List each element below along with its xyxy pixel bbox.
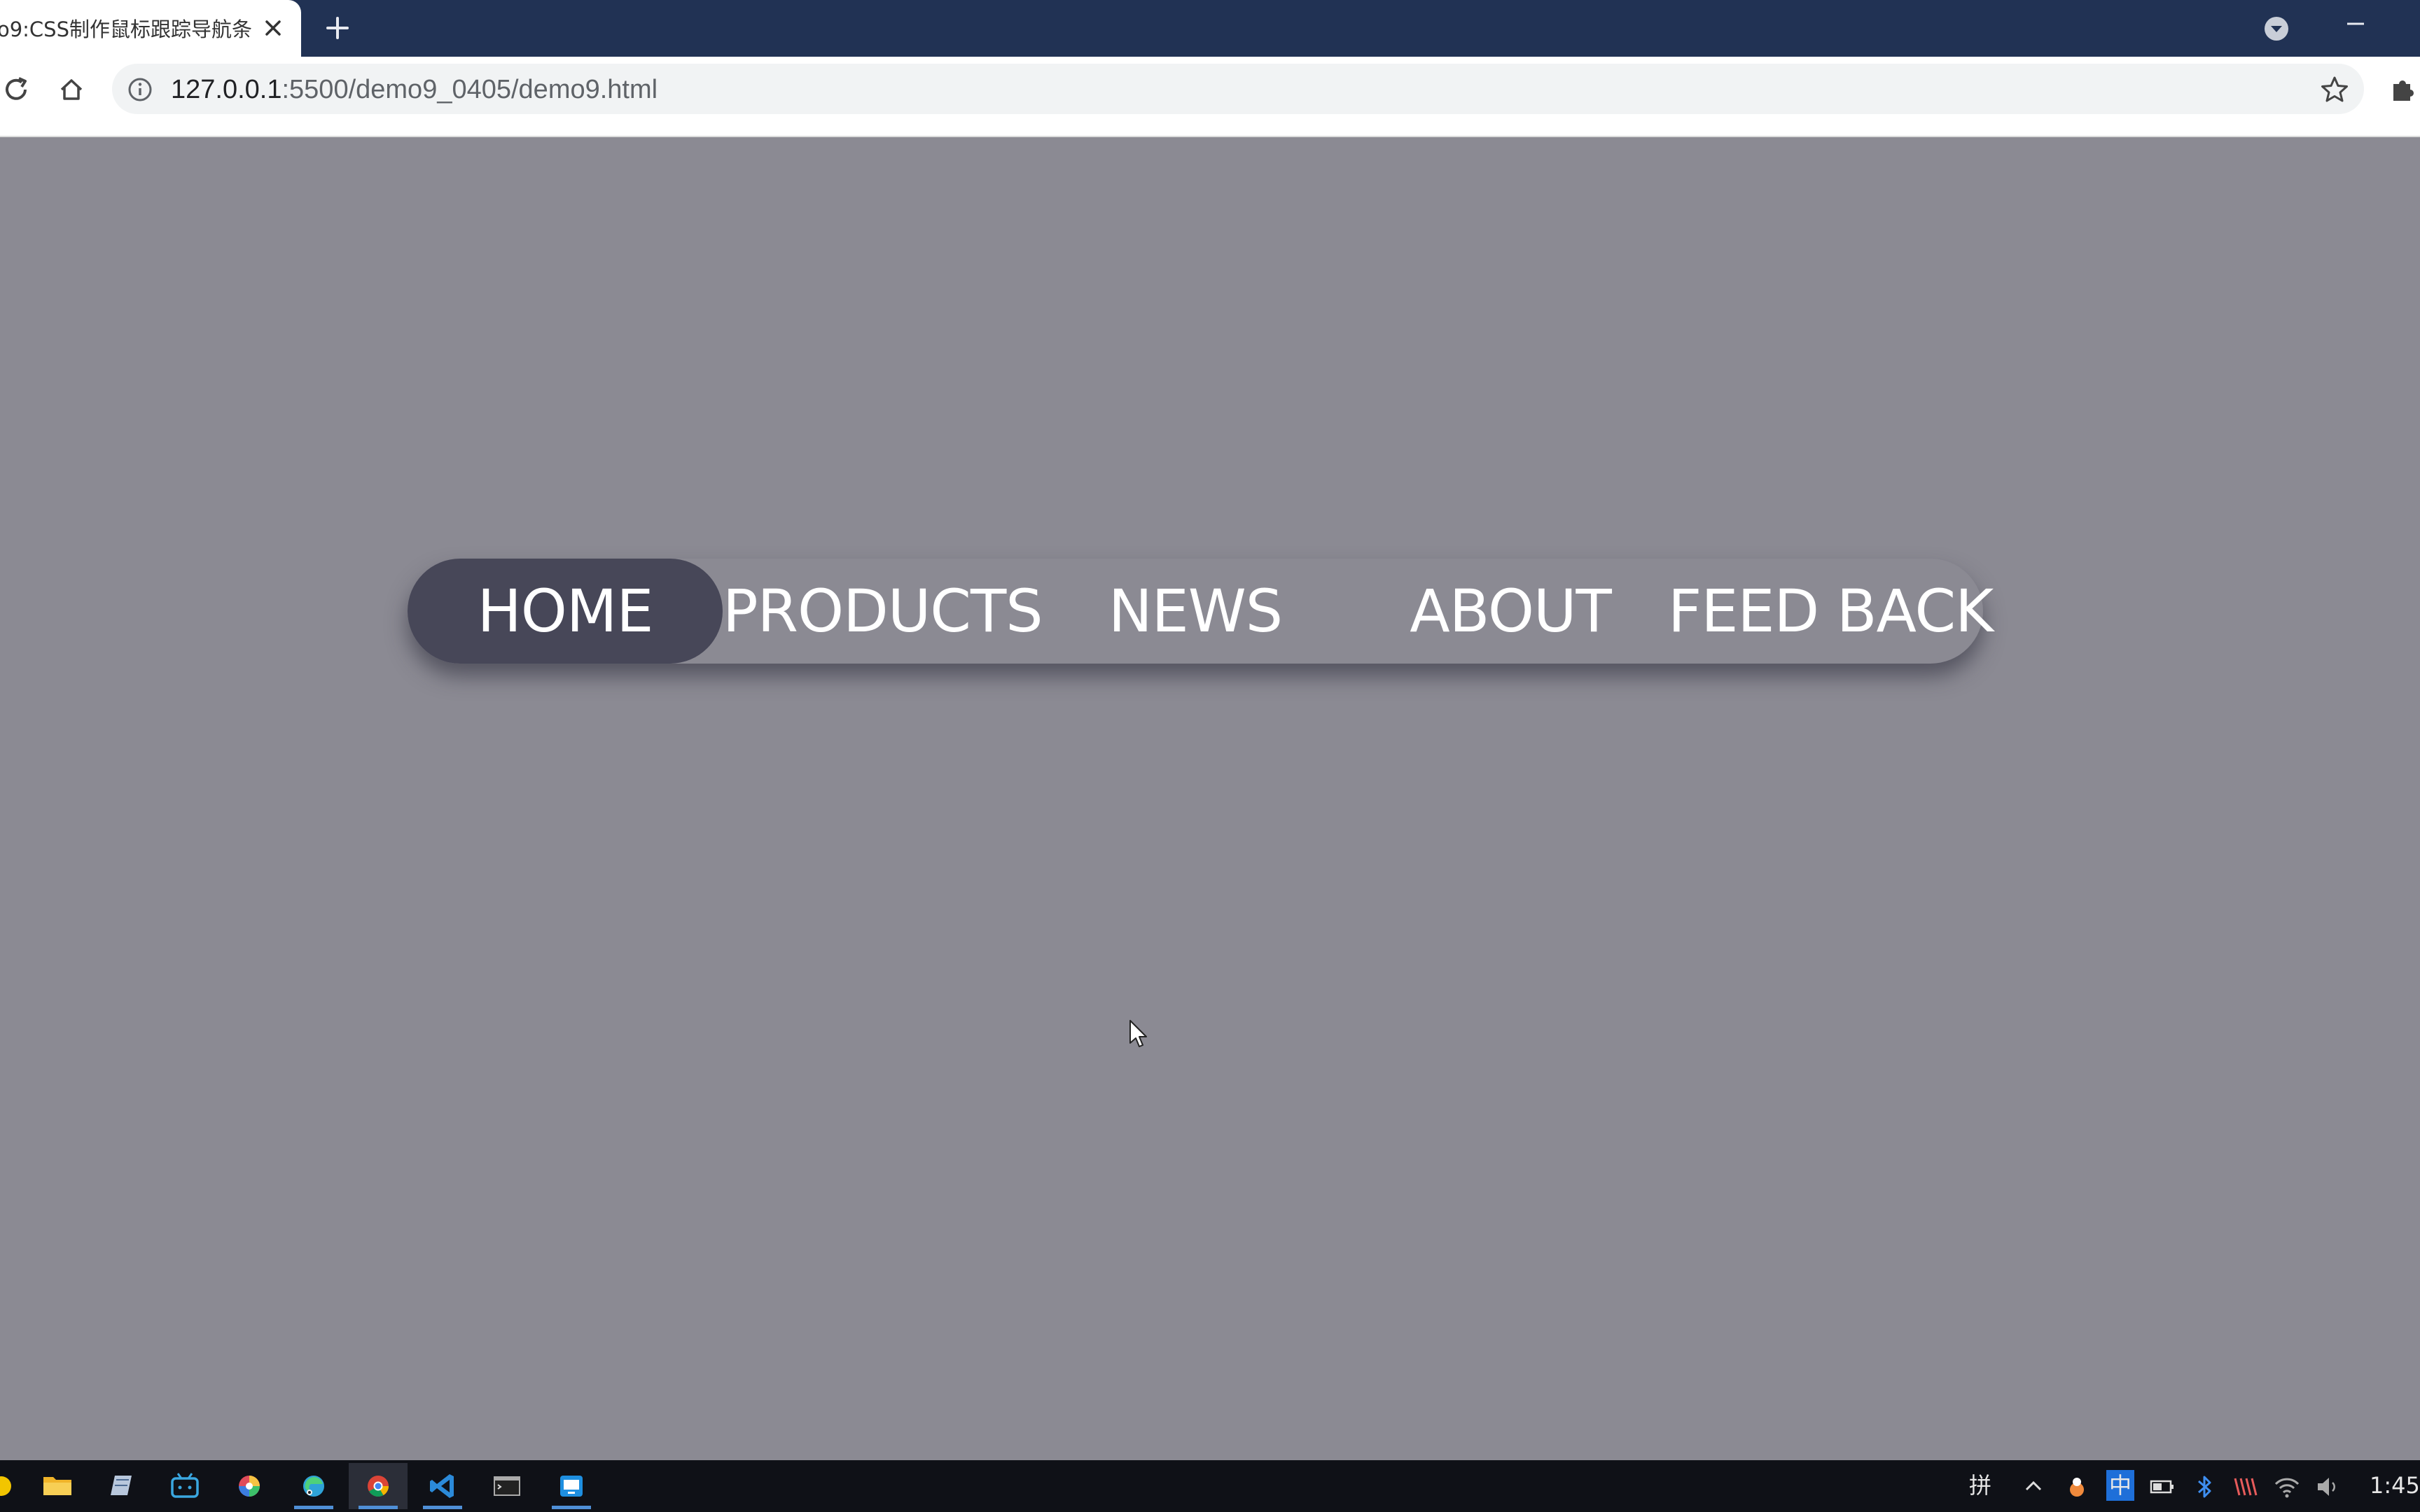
app-running-indicator (294, 1506, 333, 1509)
url-host: 127.0.0.1 (171, 75, 282, 104)
close-icon[interactable] (260, 14, 286, 42)
terminal-icon[interactable] (478, 1463, 536, 1509)
volume-icon[interactable] (2312, 1471, 2343, 1502)
wifi-icon[interactable] (2272, 1471, 2302, 1502)
bluetooth-icon[interactable] (2189, 1471, 2220, 1502)
ime-language-indicator[interactable]: 中 (2106, 1470, 2135, 1501)
url-path: :5500/demo9_0405/demo9.html (281, 75, 658, 104)
color-app-icon[interactable] (220, 1463, 279, 1509)
notes-app-icon[interactable] (91, 1463, 150, 1509)
nav-item-products[interactable]: PRODUCTS (723, 559, 1043, 664)
start-icon[interactable] (0, 1463, 31, 1509)
nav-item-home[interactable]: HOME (408, 559, 723, 664)
app-running-indicator (423, 1506, 462, 1509)
site-info-icon[interactable] (126, 76, 154, 104)
tab-title: o9:CSS制作鼠标跟踪导航条 (0, 18, 252, 41)
bookmark-star-icon[interactable] (2318, 73, 2351, 106)
mouse-cursor-icon (1129, 1019, 1148, 1049)
app-running-indicator (552, 1506, 591, 1509)
remote-desktop-icon[interactable] (542, 1463, 601, 1509)
nav-bar: HOME PRODUCTS NEWS ABOUT FEED BACK (408, 559, 1994, 664)
home-icon[interactable] (55, 73, 88, 106)
reload-icon[interactable] (0, 73, 34, 106)
chrome-icon[interactable] (349, 1463, 408, 1509)
toolbar-divider (0, 121, 2420, 137)
url-text[interactable]: 127.0.0.1:5500/demo9_0405/demo9.html (171, 73, 658, 106)
tab-strip (0, 0, 2420, 57)
battery-icon[interactable] (2147, 1471, 2178, 1502)
nav-item-about[interactable]: ABOUT (1353, 559, 1668, 664)
bilibili-icon[interactable] (155, 1463, 214, 1509)
nav-item-feedback[interactable]: FEED BACK (1668, 559, 1994, 664)
tray-app-icon[interactable] (2061, 1471, 2092, 1502)
tab-search-icon[interactable] (2263, 15, 2290, 42)
file-explorer-icon[interactable] (28, 1463, 87, 1509)
page-viewport: HOME PRODUCTS NEWS ABOUT FEED BACK (0, 137, 2420, 1460)
ime-mode-indicator[interactable]: 拼 (1969, 1470, 1991, 1501)
clock-time[interactable]: 1:45 (2370, 1470, 2420, 1501)
browser-tab[interactable]: o9:CSS制作鼠标跟踪导航条 (0, 0, 301, 57)
chevron-up-icon[interactable] (2018, 1471, 2049, 1502)
app-running-indicator (359, 1506, 398, 1509)
extensions-puzzle-icon[interactable] (2386, 73, 2420, 106)
tray-app-icon[interactable] (2230, 1471, 2260, 1502)
minimize-icon[interactable] (2336, 10, 2375, 38)
new-tab-button[interactable] (322, 13, 353, 43)
nav-item-news[interactable]: NEWS (1038, 559, 1353, 664)
vscode-icon[interactable] (413, 1463, 472, 1509)
edge-icon[interactable] (284, 1463, 343, 1509)
